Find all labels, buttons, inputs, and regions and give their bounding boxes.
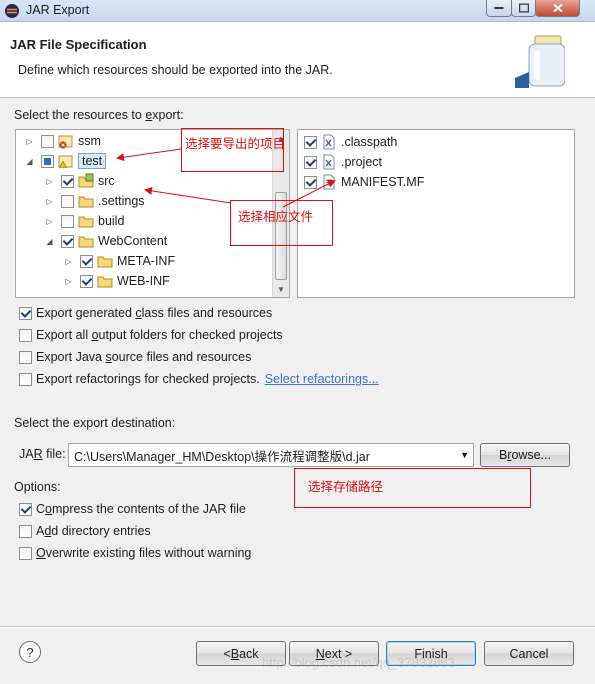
watermark: http://blog.csdn.net/qq_37832863: [262, 655, 455, 670]
arrow-to-project: [116, 148, 182, 162]
bottom-separator: [0, 626, 595, 628]
help-icon[interactable]: ?: [19, 641, 41, 663]
arrow-to-manifest: [282, 180, 336, 208]
cancel-button[interactable]: Cancel: [484, 641, 574, 666]
annotation-arrows: [116, 148, 336, 208]
arrow-to-src: [144, 186, 232, 204]
